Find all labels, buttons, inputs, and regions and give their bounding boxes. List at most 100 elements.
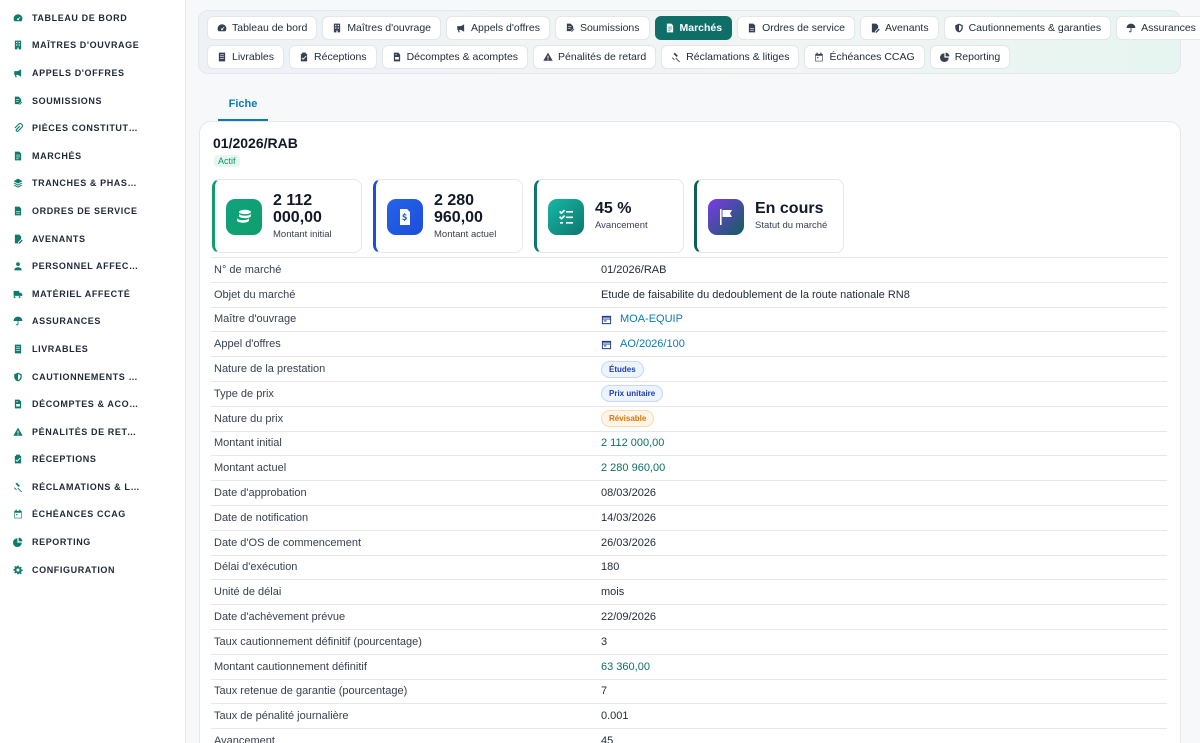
layers-icon [12,177,24,189]
sidebar-item-materiel-affecte[interactable]: MATÉRIEL AFFECTÉ [0,280,185,308]
tab-penalites-de-retard[interactable]: Pénalités de retard [533,45,657,69]
reference-icon [601,314,612,325]
dashboard-icon [12,12,24,24]
tab-maitres-d-ouvrage[interactable]: Maîtres d'ouvrage [322,16,442,40]
tab-reclamations-litiges[interactable]: Réclamations & litiges [661,45,800,69]
tab-soumissions[interactable]: Soumissions [554,16,650,40]
sidebar-item-reporting[interactable]: REPORTING [0,528,185,556]
sidebar-item-assurances[interactable]: ASSURANCES [0,308,185,336]
detail-value: 01/2026/RAB [601,263,667,276]
detail-value: 2 280 960,00 [601,462,666,475]
sidebar-item-marches[interactable]: MARCHÉS [0,142,185,170]
sidebar-item-soumissions[interactable]: SOUMISSIONS [0,87,185,115]
sidebar-item-avenants[interactable]: AVENANTS [0,225,185,253]
gavel-icon [671,52,681,62]
sidebar-item-cautionnements-garanties[interactable]: CAUTIONNEMENTS & GARANTIES [0,363,185,391]
sidebar-item-tranches-phases[interactable]: TRANCHES & PHASES [0,170,185,198]
sidebar-item-configuration[interactable]: CONFIGURATION [0,556,185,584]
sidebar-item-maitres-d-ouvrage[interactable]: MAÎTRES D'OUVRAGE [0,32,185,60]
warning-icon [12,426,24,438]
tab-fiche[interactable]: Fiche [218,88,268,121]
sidebar-item-label: MATÉRIEL AFFECTÉ [32,288,131,299]
detail-value: 22/09/2026 [601,611,657,624]
sidebar-item-pieces-constitutives[interactable]: PIÈCES CONSTITUTIVES [0,114,185,142]
tab-avenants[interactable]: Avenants [859,16,939,40]
detail-row-nature-de-la-prestation: Nature de la prestation Études [211,357,1167,382]
flag-icon [708,199,744,235]
tab-decomptes-acomptes[interactable]: Décomptes & acomptes [381,45,529,69]
marche-detail-card: 01/2026/RAB Actif 2 112 000,00 Montant i… [199,121,1181,743]
detail-label: Délai d'exécution [214,561,298,574]
tab-label: Décomptes & acomptes [406,51,519,63]
detail-row-nature-du-prix: Nature du prix Révisable [211,407,1167,432]
tab-label: Ordres de service [762,22,845,34]
paperclip-icon [12,122,24,134]
tab-echeances-ccag[interactable]: Échéances CCAG [804,45,925,69]
sidebar-item-penalites-de-retard[interactable]: PÉNALITÉS DE RETARD [0,418,185,446]
detail-badge: Prix unitaire [601,385,664,403]
file-contract-icon [665,23,675,33]
detail-label: Date d'OS de commencement [214,536,362,549]
sidebar-item-appels-d-offres[interactable]: APPELS D'OFFRES [0,59,185,87]
file-edit-icon [870,23,880,33]
sidebar-item-label: LIVRABLES [32,343,89,354]
sidebar-item-receptions[interactable]: RÉCEPTIONS [0,446,185,474]
sidebar-item-livrables[interactable]: LIVRABLES [0,335,185,363]
file-icon [12,205,24,217]
building-icon [332,23,342,33]
tab-tableau-de-bord[interactable]: Tableau de bord [207,16,318,40]
detail-link[interactable]: AO/2026/100 [601,338,685,350]
tab-assurances[interactable]: Assurances [1116,16,1200,40]
sidebar-item-personnel-affecte[interactable]: PERSONNEL AFFECTÉ [0,252,185,280]
sidebar: TABLEAU DE BORD MAÎTRES D'OUVRAGE APPELS D… [0,0,186,743]
umbrella-icon [12,315,24,327]
sidebar-item-label: MARCHÉS [32,150,82,161]
top-nav-row-2: Livrables Réceptions Décomptes & acomptes P… [207,45,1172,69]
sidebar-item-decomptes-acomptes[interactable]: DÉCOMPTES & ACOMPTES [0,390,185,418]
detail-value: mois [601,586,625,599]
kpi-value: 2 280 960,00 [434,192,483,226]
detail-value: 0.001 [601,710,629,723]
sidebar-item-label: MAÎTRES D'OUVRAGE [32,40,140,51]
tab-label: Reporting [954,51,1001,63]
chart-pie-icon [12,536,24,548]
sidebar-item-ordres-de-service[interactable]: ORDRES DE SERVICE [0,197,185,225]
detail-row-date-d-achevement-prevue: Date d'achèvement prévue 22/09/2026 [211,605,1167,630]
megaphone-icon [456,23,466,33]
file-signature-icon [12,95,24,107]
kpi-value: En cours [755,200,824,217]
tab-ordres-de-service[interactable]: Ordres de service [737,16,855,40]
tab-label: Échéances CCAG [829,51,915,63]
sidebar-item-label: PÉNALITÉS DE RETARD [32,426,140,437]
tab-appels-d-offres[interactable]: Appels d'offres [446,16,550,40]
detail-row-date-d-approbation: Date d'approbation 08/03/2026 [211,481,1167,506]
shield-icon [954,23,964,33]
sidebar-item-label: PERSONNEL AFFECTÉ [32,261,140,272]
tab-marches[interactable]: Marchés [654,16,733,40]
kpi-montant-initial: 2 112 000,00 Montant initial [212,179,362,253]
tab-label: Appels d'offres [471,22,540,34]
tab-cautionnements-garanties[interactable]: Cautionnements & garanties [943,16,1112,40]
tab-label: Réceptions [314,51,367,63]
detail-row-montant-actuel: Montant actuel 2 280 960,00 [211,456,1167,482]
dashboard-icon [217,23,227,33]
sidebar-item-label: SOUMISSIONS [32,95,103,106]
detail-row-delai-d-execution: Délai d'exécution 180 [211,556,1167,581]
tab-livrables[interactable]: Livrables [207,45,285,69]
calendar-icon [12,508,24,520]
sidebar-item-echeances-ccag[interactable]: ÉCHÉANCES CCAG [0,501,185,529]
tab-reporting[interactable]: Reporting [929,45,1011,69]
tab-receptions[interactable]: Réceptions [289,45,377,69]
detail-value: 7 [601,685,608,698]
kpi-avancement: 45 % Avancement [534,179,684,253]
chart-pie-icon [939,52,950,62]
detail-label: Appel d'offres [214,338,281,351]
detail-label: Objet du marché [214,288,296,301]
clipboard-check-icon [12,453,24,465]
sidebar-item-tableau-de-bord[interactable]: TABLEAU DE BORD [0,4,185,32]
detail-link[interactable]: MOA-EQUIP [601,313,683,325]
tab-label: Cautionnements & garanties [968,22,1102,34]
file-icon [747,23,757,33]
sidebar-item-reclamations-litiges[interactable]: RÉCLAMATIONS & LITIGES [0,473,185,501]
sidebar-item-label: REPORTING [32,537,91,548]
